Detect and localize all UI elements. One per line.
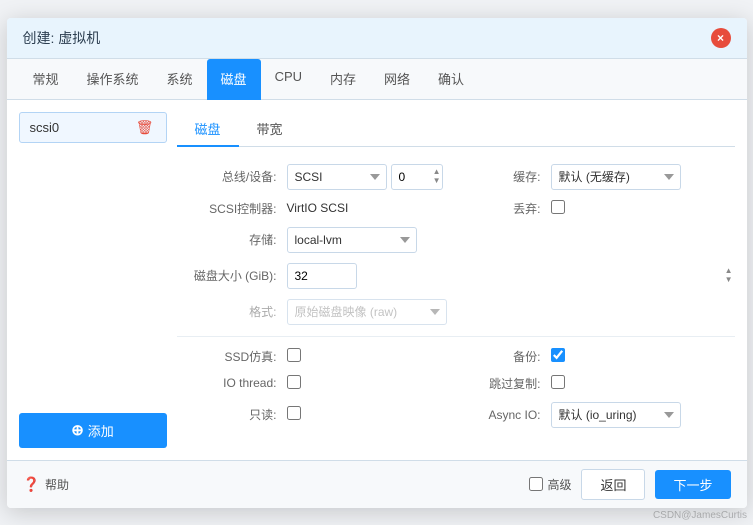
format-label: 格式: bbox=[177, 303, 287, 320]
skip-replication-checkbox[interactable] bbox=[551, 375, 565, 389]
disk-size-value: ▲ ▼ bbox=[287, 263, 735, 289]
dialog-body: scsi0 🗑 ⊕ 添加 磁盘 带宽 总线/设备: bbox=[7, 100, 747, 460]
dialog-footer: ❓ 帮助 高级 返回 下一步 bbox=[7, 460, 747, 508]
storage-label: 存储: bbox=[177, 231, 287, 248]
ssd-value bbox=[287, 348, 471, 365]
help-label: 帮助 bbox=[45, 476, 69, 493]
readonly-label: 只读: bbox=[177, 406, 287, 423]
bus-select[interactable]: SCSI bbox=[287, 164, 387, 190]
scsi-controller-text: VirtIO SCSI bbox=[287, 201, 349, 215]
discard-label: 丢弃: bbox=[471, 200, 551, 217]
bus-device-label: 总线/设备: bbox=[177, 168, 287, 185]
io-thread-checkbox[interactable] bbox=[287, 375, 301, 389]
io-thread-label: IO thread: bbox=[177, 376, 287, 390]
tab-network[interactable]: 网络 bbox=[370, 59, 424, 100]
close-button[interactable]: × bbox=[711, 28, 731, 48]
help-icon: ❓ bbox=[23, 476, 40, 493]
tab-disk[interactable]: 磁盘 bbox=[207, 59, 261, 100]
storage-value: local-lvm bbox=[287, 227, 735, 253]
io-thread-value bbox=[287, 375, 471, 392]
back-button[interactable]: 返回 bbox=[581, 469, 645, 500]
add-label: 添加 bbox=[88, 421, 114, 440]
disk-item-scsi0: scsi0 🗑 bbox=[19, 112, 167, 143]
inner-tab-bar: 磁盘 带宽 bbox=[177, 112, 735, 147]
inner-tab-bandwidth[interactable]: 带宽 bbox=[239, 112, 301, 147]
create-vm-dialog: 创建: 虚拟机 × 常规 操作系统 系统 磁盘 CPU 内存 网络 确认 scs… bbox=[7, 18, 747, 508]
tab-system[interactable]: 系统 bbox=[153, 59, 207, 100]
skip-replication-value bbox=[551, 375, 735, 392]
disk-size-input[interactable] bbox=[287, 263, 357, 289]
scsi-controller-label: SCSI控制器: bbox=[177, 200, 287, 217]
device-down-arrow[interactable]: ▼ bbox=[433, 177, 441, 185]
bus-device-value: SCSI ▲ ▼ bbox=[287, 164, 471, 190]
device-number-arrows: ▲ ▼ bbox=[433, 168, 441, 185]
ssd-checkbox[interactable] bbox=[287, 348, 301, 362]
right-panel: 磁盘 带宽 总线/设备: SCSI bbox=[177, 112, 735, 448]
advanced-label: 高级 bbox=[547, 476, 571, 493]
disk-size-arrows: ▲ ▼ bbox=[725, 267, 733, 284]
format-select[interactable]: 原始磁盘映像 (raw) bbox=[287, 299, 447, 325]
help-section[interactable]: ❓ 帮助 bbox=[23, 476, 69, 493]
tab-confirm[interactable]: 确认 bbox=[424, 59, 478, 100]
storage-select[interactable]: local-lvm bbox=[287, 227, 417, 253]
dialog-title: 创建: 虚拟机 bbox=[23, 28, 101, 48]
inner-tab-disk[interactable]: 磁盘 bbox=[177, 112, 239, 147]
cache-value: 默认 (无缓存) bbox=[551, 164, 735, 190]
async-io-value: 默认 (io_uring) bbox=[551, 402, 735, 428]
ssd-label: SSD仿真: bbox=[177, 348, 287, 365]
discard-checkbox[interactable] bbox=[551, 200, 565, 214]
disk-size-label: 磁盘大小 (GiB): bbox=[177, 267, 287, 284]
tab-os[interactable]: 操作系统 bbox=[73, 59, 153, 100]
tab-cpu[interactable]: CPU bbox=[261, 59, 316, 100]
cache-select[interactable]: 默认 (无缓存) bbox=[551, 164, 681, 190]
backup-label: 备份: bbox=[471, 348, 551, 365]
next-button[interactable]: 下一步 bbox=[655, 470, 730, 499]
add-disk-button[interactable]: ⊕ 添加 bbox=[19, 413, 167, 448]
device-up-arrow[interactable]: ▲ bbox=[433, 168, 441, 176]
async-io-label: Async IO: bbox=[471, 408, 551, 422]
left-panel: scsi0 🗑 ⊕ 添加 bbox=[19, 112, 167, 448]
disk-size-down[interactable]: ▼ bbox=[725, 276, 733, 284]
format-value: 原始磁盘映像 (raw) bbox=[287, 299, 735, 325]
readonly-value bbox=[287, 406, 471, 423]
scsi-controller-value: VirtIO SCSI bbox=[287, 201, 471, 215]
disk-item-label: scsi0 bbox=[30, 120, 60, 135]
advanced-section: 高级 bbox=[529, 476, 571, 493]
backup-value bbox=[551, 348, 735, 365]
disk-size-up[interactable]: ▲ bbox=[725, 267, 733, 275]
form-divider bbox=[177, 336, 735, 337]
advanced-checkbox[interactable] bbox=[529, 477, 543, 491]
watermark: CSDN@JamesCurtis bbox=[653, 510, 747, 521]
add-icon: ⊕ bbox=[71, 421, 84, 439]
cache-label: 缓存: bbox=[471, 168, 551, 185]
dialog-header: 创建: 虚拟机 × bbox=[7, 18, 747, 59]
tab-memory[interactable]: 内存 bbox=[316, 59, 370, 100]
tab-bar: 常规 操作系统 系统 磁盘 CPU 内存 网络 确认 bbox=[7, 59, 747, 100]
readonly-checkbox[interactable] bbox=[287, 406, 301, 420]
async-io-select[interactable]: 默认 (io_uring) bbox=[551, 402, 681, 428]
backup-checkbox[interactable] bbox=[551, 348, 565, 362]
device-number-wrap: ▲ ▼ bbox=[391, 164, 443, 190]
disk-delete-button[interactable]: 🗑 bbox=[134, 119, 156, 136]
tab-general[interactable]: 常规 bbox=[19, 59, 73, 100]
discard-value bbox=[551, 200, 735, 217]
footer-actions: 高级 返回 下一步 bbox=[529, 469, 730, 500]
skip-replication-label: 跳过复制: bbox=[471, 375, 551, 392]
